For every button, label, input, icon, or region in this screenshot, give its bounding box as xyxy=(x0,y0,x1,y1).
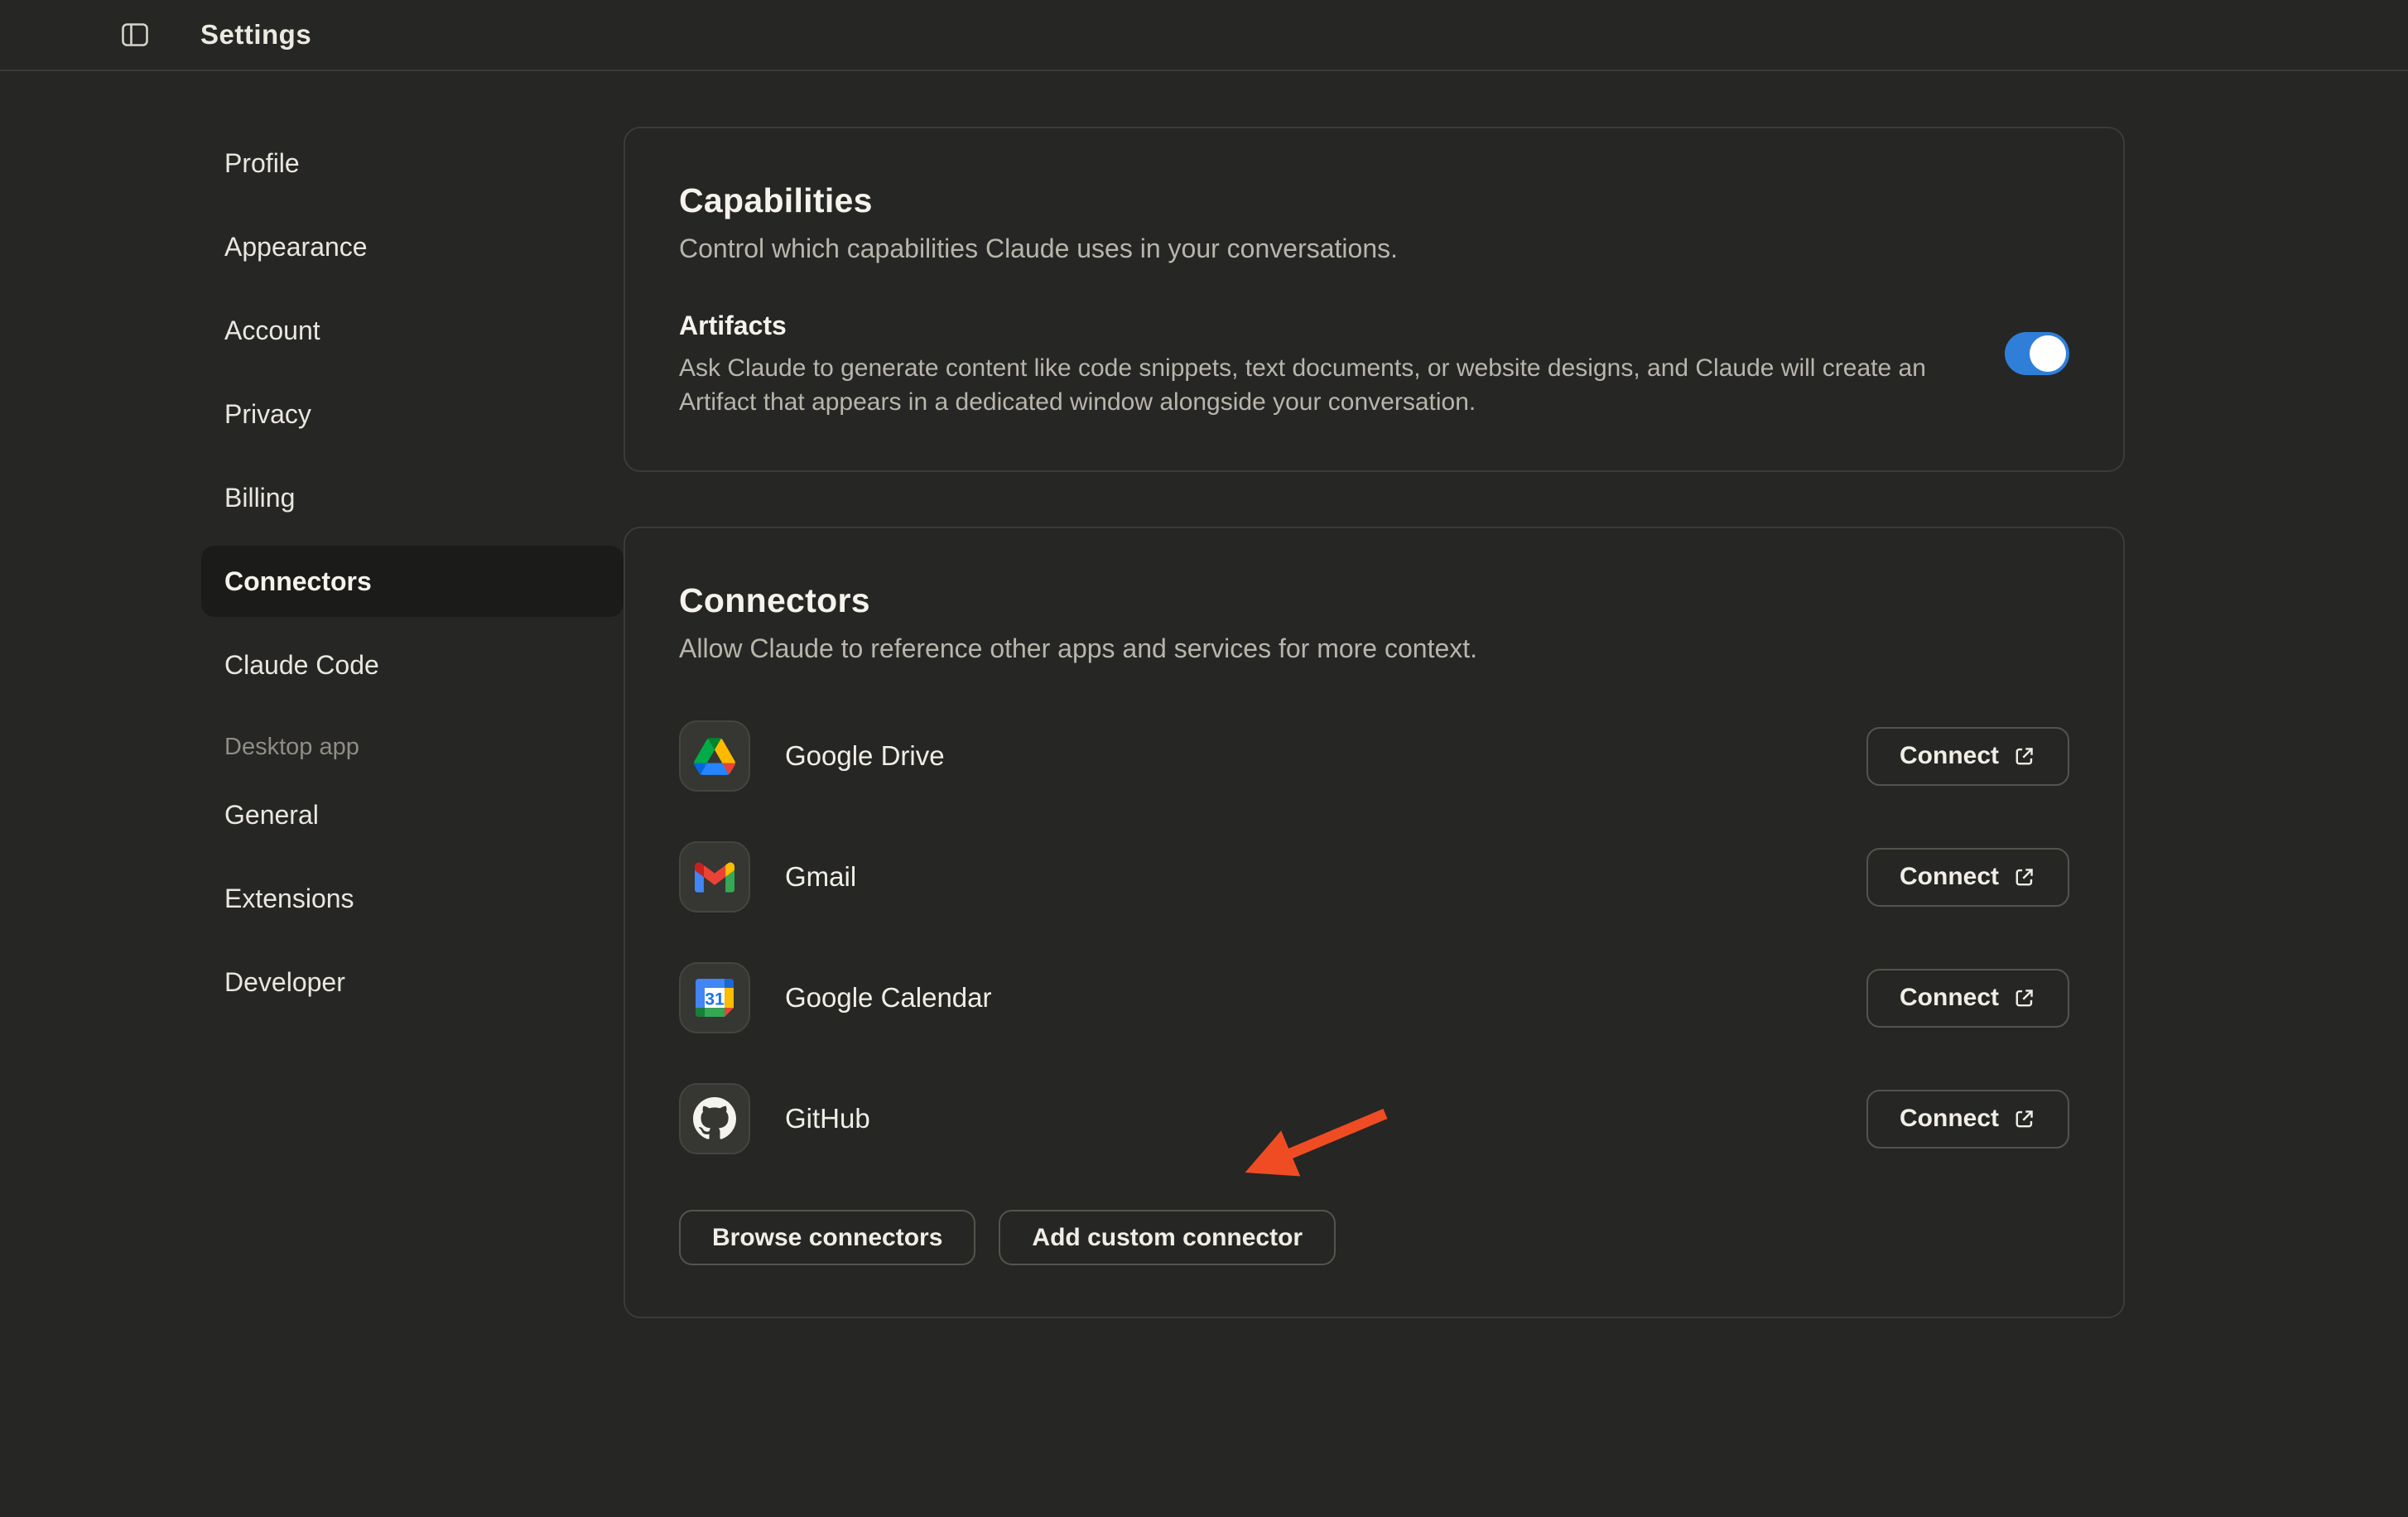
connector-row-google-calendar: 31 Google Calendar Connect xyxy=(679,962,2069,1033)
sidebar-item-privacy[interactable]: Privacy xyxy=(201,378,624,450)
add-custom-connector-button[interactable]: Add custom connector xyxy=(999,1210,1336,1265)
browse-connectors-label: Browse connectors xyxy=(712,1224,942,1252)
connector-name: Gmail xyxy=(785,861,856,893)
connect-github-button[interactable]: Connect xyxy=(1866,1090,2069,1149)
sidebar-toggle-icon[interactable] xyxy=(121,22,149,47)
settings-main: Capabilities Control which capabilities … xyxy=(624,71,2125,1318)
connector-row-gmail: Gmail Connect xyxy=(679,841,2069,913)
connect-google-drive-button[interactable]: Connect xyxy=(1866,727,2069,786)
toggle-knob xyxy=(2030,335,2066,372)
sidebar-item-account[interactable]: Account xyxy=(201,295,624,366)
add-custom-connector-label: Add custom connector xyxy=(1032,1224,1303,1252)
external-link-icon xyxy=(2012,1107,2036,1131)
topbar: Settings xyxy=(0,0,2408,71)
connector-name: Google Calendar xyxy=(785,982,992,1014)
sidebar-section-desktop-app: Desktop app xyxy=(201,734,624,761)
github-icon xyxy=(679,1083,750,1154)
connect-label: Connect xyxy=(1900,863,1999,891)
browse-connectors-button[interactable]: Browse connectors xyxy=(679,1210,975,1265)
artifacts-text: Artifacts Ask Claude to generate content… xyxy=(679,311,2005,419)
artifacts-label: Artifacts xyxy=(679,311,2005,341)
connectors-footer: Browse connectors Add custom connector xyxy=(679,1210,2069,1265)
sidebar-item-general[interactable]: General xyxy=(201,779,624,850)
connect-gmail-button[interactable]: Connect xyxy=(1866,848,2069,907)
capabilities-card: Capabilities Control which capabilities … xyxy=(624,127,2125,472)
artifacts-description: Ask Claude to generate content like code… xyxy=(679,351,1934,419)
sidebar-item-billing[interactable]: Billing xyxy=(201,462,624,533)
artifacts-toggle[interactable] xyxy=(2005,332,2069,375)
capabilities-subtitle: Control which capabilities Claude uses i… xyxy=(679,234,2069,264)
google-drive-icon xyxy=(679,720,750,792)
connector-row-github: GitHub Connect xyxy=(679,1083,2069,1154)
sidebar-item-profile[interactable]: Profile xyxy=(201,128,624,199)
connect-label: Connect xyxy=(1900,984,1999,1012)
sidebar-item-claude-code[interactable]: Claude Code xyxy=(201,629,624,701)
connector-name: GitHub xyxy=(785,1103,870,1134)
connectors-title: Connectors xyxy=(679,581,2069,620)
capabilities-title: Capabilities xyxy=(679,181,2069,220)
gmail-icon xyxy=(679,841,750,913)
connector-name: Google Drive xyxy=(785,740,945,772)
external-link-icon xyxy=(2012,744,2036,768)
content: Profile Appearance Account Privacy Billi… xyxy=(0,71,2408,1318)
page-title: Settings xyxy=(200,19,311,51)
connect-google-calendar-button[interactable]: Connect xyxy=(1866,969,2069,1028)
sidebar-item-appearance[interactable]: Appearance xyxy=(201,211,624,282)
svg-text:31: 31 xyxy=(705,990,725,1009)
settings-sidebar: Profile Appearance Account Privacy Billi… xyxy=(201,71,624,1318)
connect-label: Connect xyxy=(1900,1105,1999,1133)
external-link-icon xyxy=(2012,986,2036,1010)
connectors-card: Connectors Allow Claude to reference oth… xyxy=(624,527,2125,1318)
sidebar-item-connectors[interactable]: Connectors xyxy=(201,546,624,617)
connectors-subtitle: Allow Claude to reference other apps and… xyxy=(679,633,2069,664)
artifacts-setting-row: Artifacts Ask Claude to generate content… xyxy=(679,311,2069,419)
connector-row-google-drive: Google Drive Connect xyxy=(679,720,2069,792)
sidebar-item-extensions[interactable]: Extensions xyxy=(201,863,624,934)
external-link-icon xyxy=(2012,865,2036,889)
sidebar-item-developer[interactable]: Developer xyxy=(201,946,624,1018)
google-calendar-icon: 31 xyxy=(679,962,750,1033)
connect-label: Connect xyxy=(1900,742,1999,770)
